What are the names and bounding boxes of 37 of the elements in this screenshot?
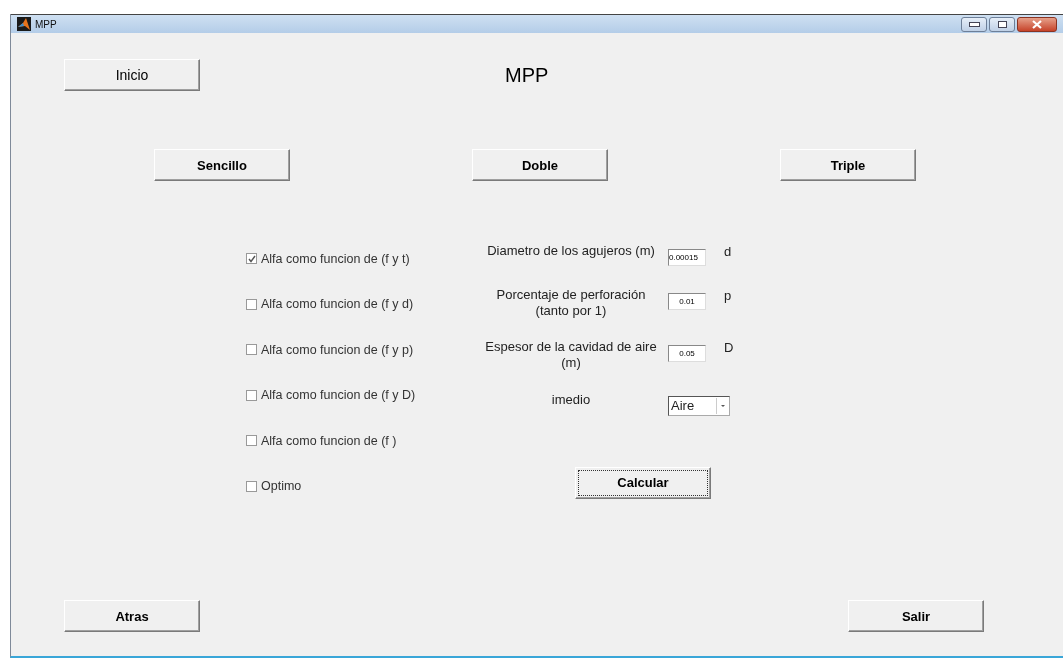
checkbox[interactable]	[246, 298, 257, 310]
parameter-symbol: D	[723, 340, 735, 355]
checkbox-label: Alfa como funcion de (f y t)	[261, 251, 410, 266]
parameter-label: Espesor de la cavidad de aire (m)	[484, 339, 658, 371]
checkbox[interactable]	[246, 435, 257, 447]
checkbox[interactable]	[246, 344, 257, 356]
mode-button[interactable]: Sencillo	[154, 149, 290, 181]
app-icon	[17, 17, 31, 31]
checkbox-label: Alfa como funcion de (f y D)	[261, 388, 416, 403]
parameter-label: Diametro de los agujeros (m)	[486, 243, 656, 259]
checkbox[interactable]	[246, 480, 257, 492]
parameter-symbol: d	[723, 244, 733, 259]
mode-button[interactable]: Triple	[780, 149, 916, 181]
maximize-button[interactable]	[989, 16, 1015, 32]
footer-button[interactable]: Atras	[64, 600, 200, 632]
input-field[interactable]: 0.00015	[668, 249, 706, 266]
checkbox[interactable]	[246, 389, 257, 401]
input-field[interactable]: 0.01	[668, 292, 706, 310]
close-icon	[1032, 19, 1042, 29]
checkbox-label: Optimo	[261, 479, 302, 494]
checkbox-label: Alfa como funcion de (f y p)	[261, 342, 414, 357]
input-field[interactable]: 0.05	[668, 345, 706, 362]
minimize-button[interactable]	[961, 16, 987, 32]
checkbox[interactable]	[246, 253, 257, 265]
home-button[interactable]: Inicio	[64, 59, 200, 91]
window-title: MPP	[35, 18, 57, 30]
parameter-label: Porcentaje de perforación (tanto por 1)	[495, 286, 647, 319]
footer-button[interactable]: Salir	[848, 600, 984, 632]
medium-label: imedio	[550, 391, 592, 408]
page-title: MPP	[505, 63, 549, 87]
medium-dropdown[interactable]: Aire	[668, 395, 730, 416]
calculate-button[interactable]: Calcular	[575, 466, 711, 499]
parameter-symbol: p	[723, 287, 733, 303]
close-button[interactable]	[1017, 16, 1057, 32]
checkbox-label: Alfa como funcion de (f )	[261, 433, 397, 448]
mode-button[interactable]: Doble	[472, 149, 608, 181]
checkbox-label: Alfa como funcion de (f y d)	[261, 297, 414, 312]
